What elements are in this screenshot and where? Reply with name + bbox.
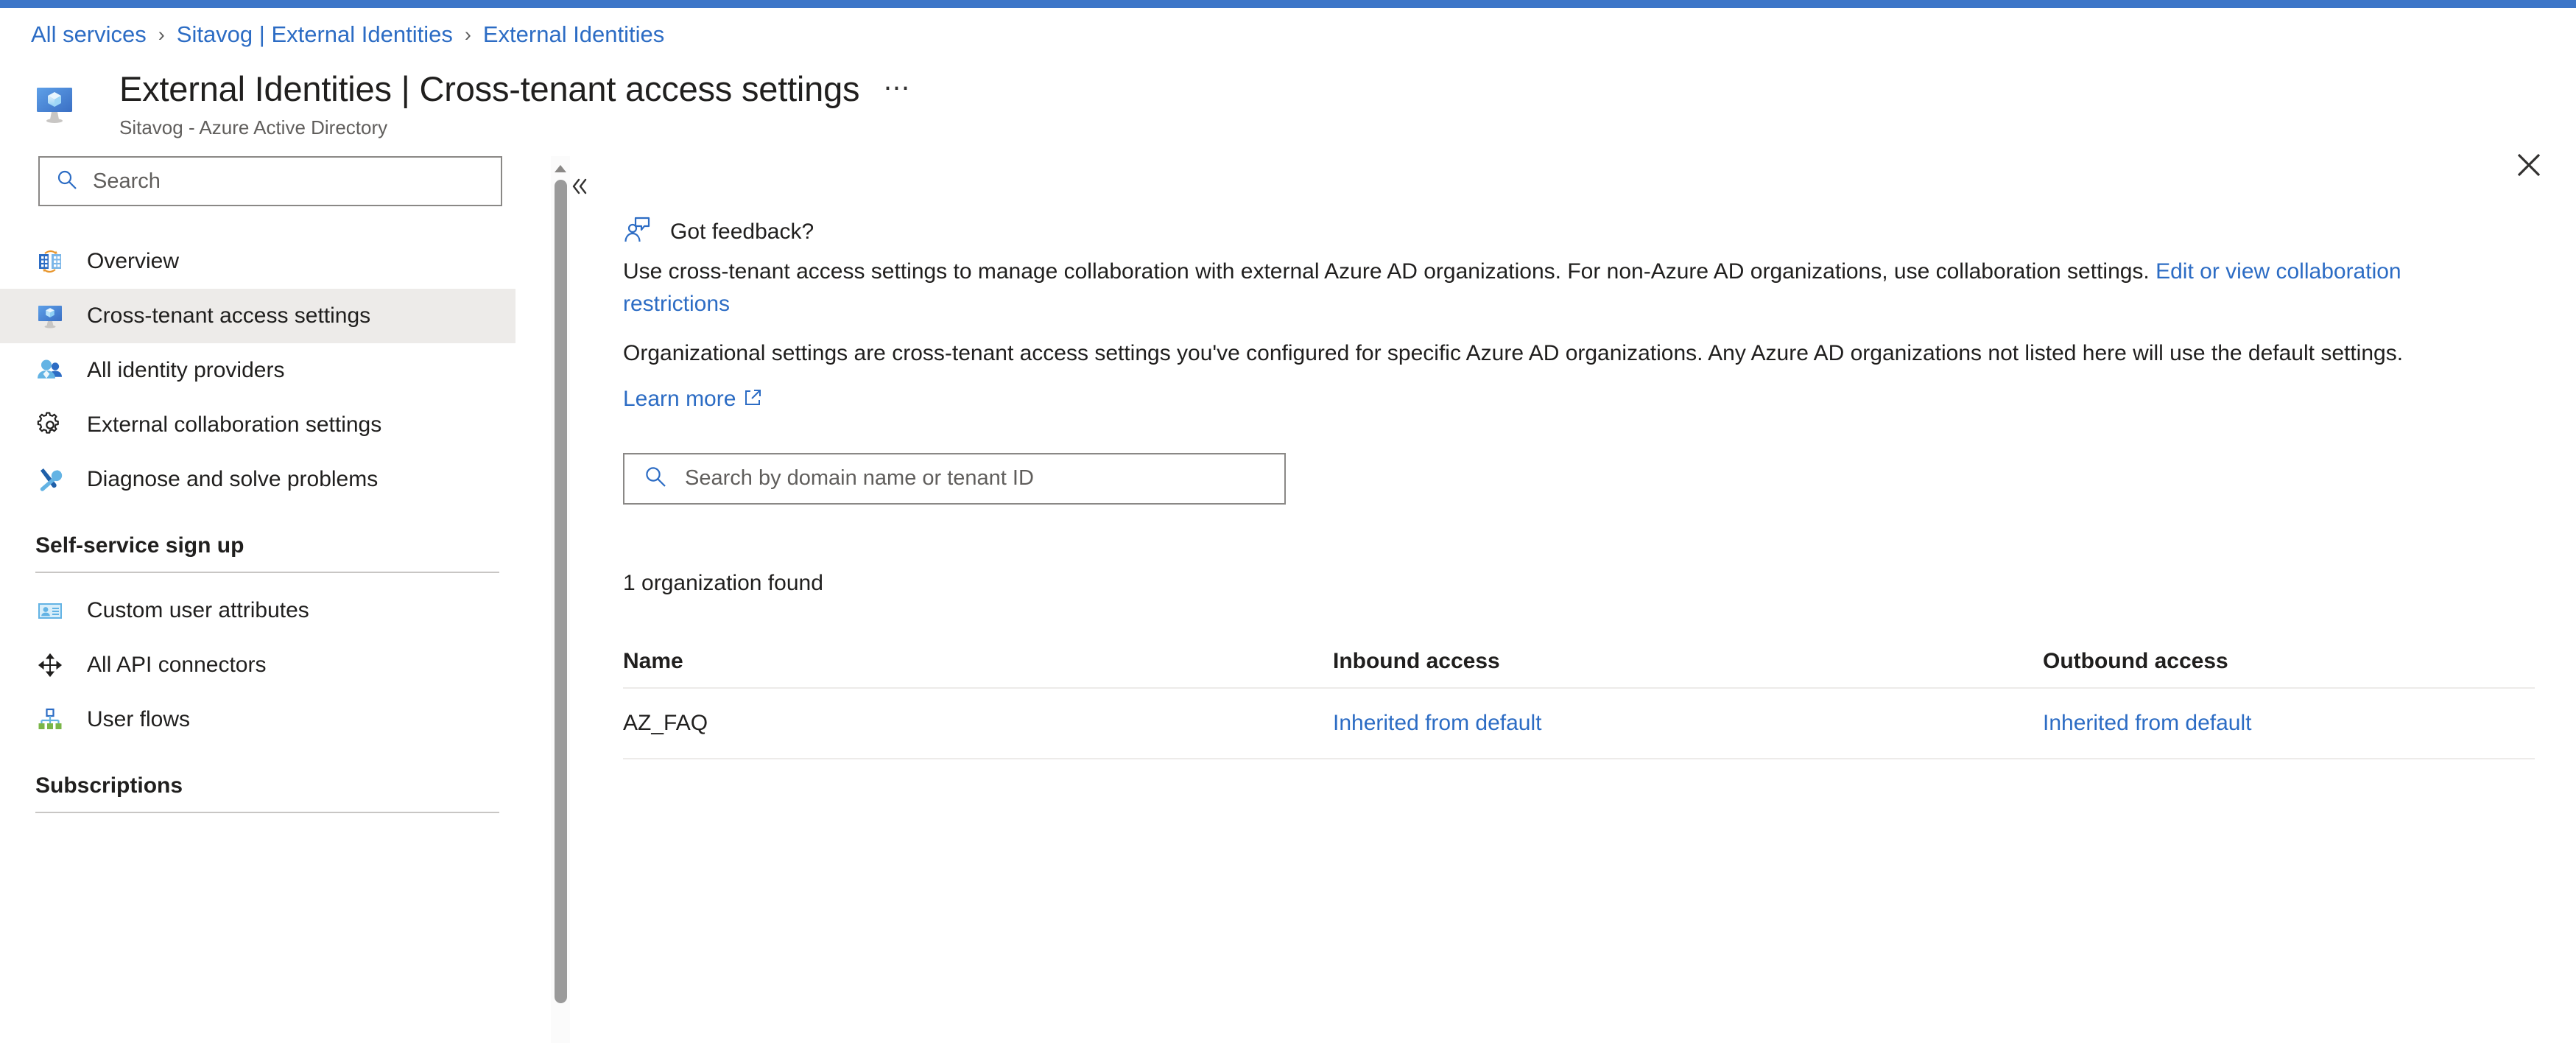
gear-icon — [34, 409, 66, 441]
sidebar-nav-list: Overview Cross-tenant access settings Al… — [0, 234, 515, 813]
column-header-name[interactable]: Name — [623, 649, 1333, 674]
sidebar-item-label: Cross-tenant access settings — [87, 303, 371, 328]
azure-portal-blade: All services › Sitavog | External Identi… — [0, 0, 2576, 1043]
overview-icon — [34, 245, 66, 278]
sidebar-item-user-flows[interactable]: User flows — [0, 692, 515, 747]
intro-paragraph-2: Organizational settings are cross-tenant… — [623, 340, 2404, 365]
sidebar-item-label: All API connectors — [87, 653, 267, 677]
top-accent-bar — [0, 0, 2576, 8]
external-identities-resource-icon — [34, 84, 75, 125]
sidebar-item-all-identity-providers[interactable]: All identity providers — [0, 343, 515, 398]
breadcrumb-item-external-identities[interactable]: External Identities — [483, 21, 664, 48]
table-header-row: Name Inbound access Outbound access — [623, 636, 2535, 689]
sidebar-search-wrap: Search — [38, 156, 587, 206]
more-options-button[interactable]: ⋯ — [883, 74, 909, 101]
sidebar-item-overview[interactable]: Overview — [0, 234, 515, 289]
scroll-thumb[interactable] — [555, 180, 567, 1003]
search-input[interactable]: Search — [38, 156, 502, 206]
breadcrumb-separator: › — [158, 23, 165, 46]
search-icon — [56, 169, 78, 194]
organizations-table: Name Inbound access Outbound access AZ_F… — [623, 636, 2535, 759]
got-feedback-label: Got feedback? — [670, 219, 814, 244]
breadcrumb-separator: › — [464, 23, 471, 46]
table-row[interactable]: AZ_FAQ Inherited from default Inherited … — [623, 689, 2535, 759]
inbound-access-link[interactable]: Inherited from default — [1333, 711, 1542, 735]
column-header-outbound-access[interactable]: Outbound access — [2043, 649, 2529, 674]
sidebar-item-label: Diagnose and solve problems — [87, 467, 379, 491]
organization-count: 1 organization found — [623, 570, 823, 595]
sidebar-item-label: External collaboration settings — [87, 412, 382, 437]
blade-header: External Identities | Cross-tenant acces… — [0, 68, 2576, 177]
domain-search-row: Search by domain name or tenant ID — [623, 452, 2576, 505]
api-connectors-icon — [34, 649, 66, 681]
column-header-inbound-access[interactable]: Inbound access — [1333, 649, 2043, 674]
external-link-icon — [743, 384, 762, 417]
got-feedback-button[interactable]: Got feedback? — [623, 215, 2576, 248]
sidebar-section-title-subscriptions: Subscriptions — [35, 773, 183, 798]
cell-name: AZ_FAQ — [623, 710, 708, 735]
search-icon — [644, 465, 667, 492]
learn-more-row: Learn more — [623, 383, 2508, 417]
sidebar-divider — [35, 572, 499, 573]
cell-outbound-access: Inherited from default — [2043, 711, 2529, 736]
breadcrumb-item-all-services[interactable]: All services — [31, 21, 147, 48]
page-title: External Identities | Cross-tenant acces… — [119, 69, 860, 108]
cross-tenant-icon — [34, 300, 66, 332]
wrench-screwdriver-icon — [34, 463, 66, 496]
domain-search-placeholder: Search by domain name or tenant ID — [685, 466, 1034, 491]
sidebar-item-label: User flows — [87, 707, 191, 731]
user-flows-icon — [34, 703, 66, 736]
sidebar-item-external-collaboration-settings[interactable]: External collaboration settings — [0, 398, 515, 452]
page-subtitle: Sitavog - Azure Active Directory — [119, 116, 388, 138]
user-attributes-icon — [34, 594, 66, 627]
breadcrumb-item-sitavog-external-identities[interactable]: Sitavog | External Identities — [177, 21, 453, 48]
intro-paragraph-1: Use cross-tenant access settings to mana… — [623, 256, 2508, 321]
scroll-up-arrow-icon[interactable] — [554, 164, 567, 174]
page-title-row: External Identities | Cross-tenant acces… — [119, 68, 909, 111]
sidebar-item-custom-user-attributes[interactable]: Custom user attributes — [0, 583, 515, 638]
sidebar-item-all-api-connectors[interactable]: All API connectors — [0, 638, 515, 692]
sidebar-scrollbar[interactable] — [551, 156, 570, 1043]
domain-search-input[interactable]: Search by domain name or tenant ID — [623, 452, 1286, 505]
identity-providers-icon — [34, 354, 66, 387]
sidebar-nav-scroll: Overview Cross-tenant access settings Al… — [0, 234, 551, 1043]
learn-more-link[interactable]: Learn more — [623, 387, 736, 411]
intro-paragraph-1-text: Use cross-tenant access settings to mana… — [623, 259, 2156, 284]
sidebar: Search Overview Cross-tenant access sett… — [0, 156, 587, 1043]
sidebar-item-label: Custom user attributes — [87, 598, 309, 622]
sidebar-item-diagnose-and-solve-problems[interactable]: Diagnose and solve problems — [0, 452, 515, 507]
sidebar-section-title-self-service-sign-up: Self-service sign up — [35, 533, 244, 558]
breadcrumb: All services › Sitavog | External Identi… — [31, 18, 664, 52]
sidebar-item-cross-tenant-access-settings[interactable]: Cross-tenant access settings — [0, 289, 515, 343]
main-content: Got feedback? Use cross-tenant access se… — [582, 156, 2576, 1043]
cell-inbound-access: Inherited from default — [1333, 711, 2043, 736]
outbound-access-link[interactable]: Inherited from default — [2043, 711, 2252, 735]
sidebar-item-label: All identity providers — [87, 358, 285, 382]
sidebar-item-label: Overview — [87, 249, 180, 273]
search-placeholder: Search — [93, 169, 161, 193]
feedback-person-icon — [623, 215, 652, 248]
sidebar-divider — [35, 812, 499, 813]
